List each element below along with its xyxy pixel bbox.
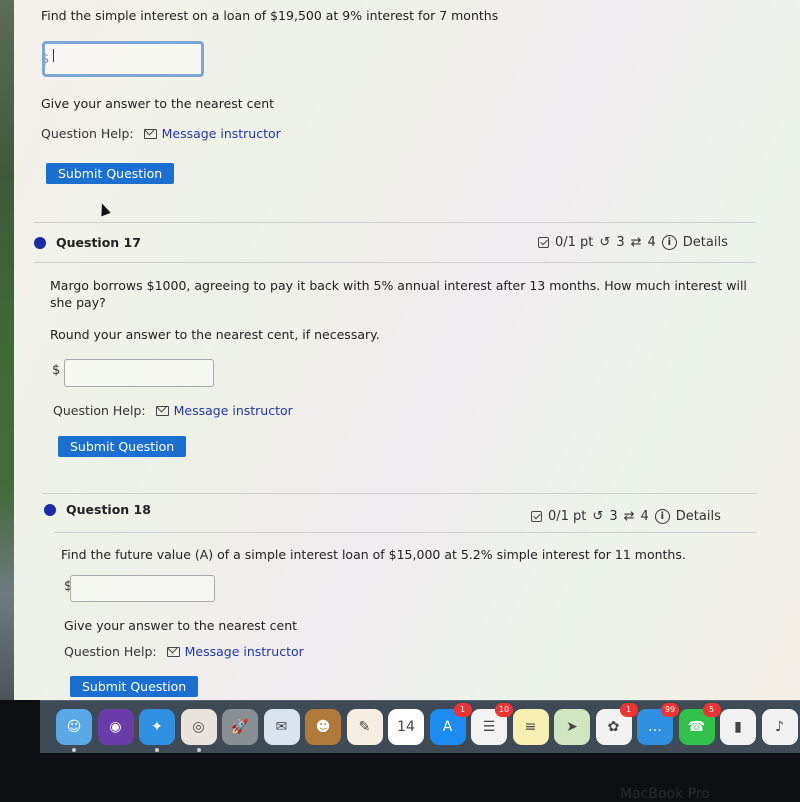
score-check-icon: [531, 511, 542, 522]
notification-badge: 10: [495, 703, 513, 717]
help-label: Question Help:: [53, 403, 146, 418]
question-18-hint: Give your answer to the nearest cent: [64, 618, 298, 633]
assignment-page: Find the simple interest on a loan of $1…: [14, 0, 800, 700]
message-instructor-label: Message instructor: [184, 644, 304, 659]
question-18-meta: 0/1 pt ↺ 3 ⇄ 4 i Details: [531, 509, 721, 524]
divider: [34, 262, 756, 263]
messages-icon[interactable]: … 99: [637, 703, 679, 745]
running-indicator: [155, 748, 159, 752]
notification-badge: 99: [661, 703, 679, 717]
mail-icon: [143, 128, 157, 139]
browser-page: Find the simple interest on a loan of $1…: [14, 0, 800, 700]
message-instructor-link[interactable]: Message instructor: [155, 403, 293, 418]
attempts-count: 4: [640, 509, 649, 524]
retry-icon: ↺: [592, 509, 604, 524]
reminders-icon[interactable]: ☰ 10: [471, 703, 513, 745]
question-17-text: Margo borrows $1000, agreeing to pay it …: [50, 278, 747, 310]
mouse-pointer-icon: [97, 201, 111, 217]
contacts-icon[interactable]: ☻: [305, 709, 341, 745]
message-instructor-link[interactable]: Message instructor: [143, 126, 281, 141]
info-icon[interactable]: i: [654, 509, 670, 524]
prev-question-help: Question Help: Message instructor: [41, 126, 281, 141]
help-label: Question Help:: [41, 126, 134, 141]
divider: [34, 222, 756, 223]
calendar-icon[interactable]: 14: [388, 709, 424, 745]
message-instructor-label: Message instructor: [161, 126, 281, 141]
question-18-submit-button[interactable]: Submit Question: [70, 676, 199, 697]
photos-icon[interactable]: ✿ 1: [595, 703, 638, 745]
notification-badge: 5: [702, 703, 721, 717]
question-18-help: Question Help: Message instructor: [64, 644, 304, 659]
prev-answer-input[interactable]: [42, 41, 204, 77]
question-17-hint: Round your answer to the nearest cent, i…: [50, 327, 380, 342]
message-instructor-label: Message instructor: [173, 403, 293, 418]
question-17-meta: 0/1 pt ↺ 3 ⇄ 4 i Details: [538, 235, 728, 250]
retries-count: 3: [609, 509, 618, 524]
status-dot-icon: [44, 503, 56, 516]
question-title: Question 18: [66, 502, 151, 517]
notification-badge: 1: [619, 703, 638, 717]
running-indicator: [196, 748, 201, 752]
info-icon[interactable]: i: [661, 235, 677, 250]
question-17-answer-input[interactable]: [64, 359, 214, 387]
facetime-icon[interactable]: ☎ 5: [678, 703, 721, 745]
finder-icon[interactable]: ☺: [56, 709, 92, 752]
numbers-icon[interactable]: ▮: [720, 709, 756, 745]
attempts-count: 4: [647, 235, 656, 250]
score: 0/1 pt: [548, 509, 587, 524]
question-18-answer-input[interactable]: [70, 575, 215, 602]
mail-stamp-icon[interactable]: ✉: [263, 709, 300, 745]
message-instructor-link[interactable]: Message instructor: [166, 644, 304, 659]
maps-icon[interactable]: ➤: [554, 709, 590, 745]
question-title: Question 17: [56, 235, 141, 250]
rocket-icon[interactable]: 🚀: [222, 709, 258, 745]
siri-icon[interactable]: ◉: [97, 709, 134, 745]
safari-icon[interactable]: ✦: [139, 709, 175, 752]
attempts-icon: ⇄: [630, 235, 642, 250]
retry-icon: ↺: [599, 235, 611, 250]
question-17-help: Question Help: Message instructor: [53, 403, 293, 418]
score-check-icon: [538, 237, 549, 248]
mail-icon: [155, 405, 169, 416]
status-dot-icon: [34, 236, 46, 249]
prev-submit-button[interactable]: Submit Question: [46, 163, 175, 184]
prev-hint: Give your answer to the nearest cent: [41, 96, 275, 111]
score: 0/1 pt: [555, 235, 594, 250]
divider: [42, 493, 757, 494]
question-18-text: Find the future value (A) of a simple in…: [61, 547, 686, 562]
help-label: Question Help:: [64, 644, 157, 659]
question-17-submit-button[interactable]: Submit Question: [58, 436, 187, 457]
currency-symbol: $: [52, 363, 61, 378]
pages-icon[interactable]: ✎: [346, 709, 383, 745]
retries-count: 3: [616, 235, 625, 250]
app-store-icon[interactable]: A1: [429, 703, 472, 745]
mail-icon: [166, 646, 180, 657]
question-18-header: Question 18: [44, 502, 151, 517]
details-link[interactable]: Details: [683, 235, 728, 250]
music-icon[interactable]: ♪: [761, 709, 798, 745]
attempts-icon: ⇄: [623, 509, 635, 524]
prev-question-text: Find the simple interest on a loan of $1…: [41, 8, 499, 23]
notes-icon[interactable]: ≡: [512, 709, 549, 745]
text-caret: [53, 49, 54, 62]
divider: [54, 532, 757, 533]
running-indicator: [72, 748, 76, 752]
question-17-header: Question 17: [34, 235, 141, 250]
chrome-icon[interactable]: ◎: [180, 709, 217, 752]
macos-dock: ☺ ◉ ✦ ◎ 🚀 ✉ ☻ ✎ 14 A 1 ☰ 10 ≡ ➤ ✿ 1… 99 ☎ 5 ▮ ♪: [40, 700, 800, 753]
details-link[interactable]: Details: [676, 509, 721, 524]
notification-badge: 1: [453, 703, 472, 717]
